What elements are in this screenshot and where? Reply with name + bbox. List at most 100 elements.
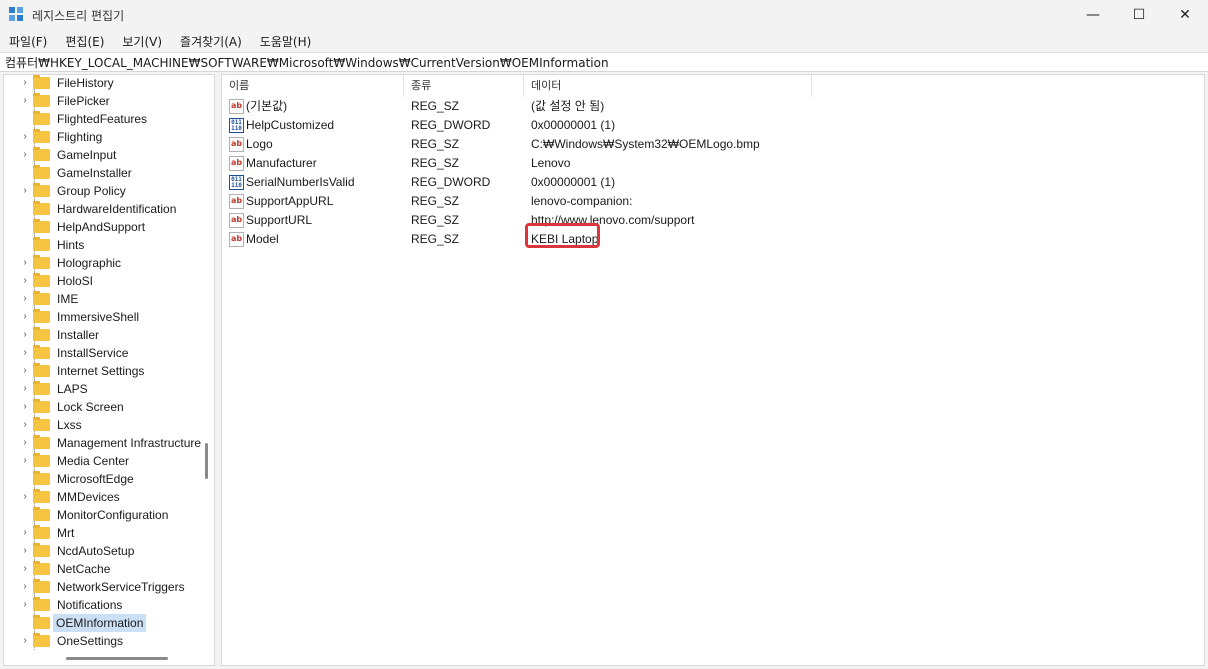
column-header-type[interactable]: 종류 [404,75,524,97]
folder-icon [33,183,50,197]
tree-item[interactable]: › Holographic [4,254,204,272]
folder-icon [33,93,50,107]
value-row[interactable]: ab Logo REG_SZ C:₩Windows₩System32₩OEMLogo.… [222,135,1202,154]
expand-chevron-icon[interactable]: › [20,78,30,88]
expand-chevron-icon[interactable]: › [20,402,30,412]
folder-icon [33,381,50,395]
tree-item-label: ImmersiveShell [57,310,140,324]
value-row[interactable]: ab SupportURL REG_SZ http://www.lenovo.com/… [222,211,1202,230]
tree-item[interactable]: HardwareIdentification [4,200,204,218]
expand-chevron-icon[interactable]: › [20,312,30,322]
value-row[interactable]: 011 110 SerialNumberIsValid REG_DWORD 0x000… [222,173,1202,192]
tree-item[interactable]: › HoloSI [4,272,204,290]
tree-item-label: LAPS [57,382,88,396]
window-title: 레지스트리 편집기 [32,8,125,23]
expand-chevron-icon[interactable]: › [20,330,30,340]
expand-chevron-icon[interactable]: › [20,582,30,592]
tree-item[interactable]: GameInstaller [4,164,204,182]
expand-chevron-icon[interactable]: › [20,132,30,142]
tree-item[interactable]: › MMDevices [4,488,204,506]
tree-item[interactable]: › Lock Screen [4,398,204,416]
folder-icon [33,165,50,179]
value-data: (값 설정 안 됨) [531,99,605,113]
tree-item[interactable]: Hints [4,236,204,254]
value-row[interactable]: ab Manufacturer REG_SZ Lenovo [222,154,1202,173]
maximize-button[interactable]: ☐ [1116,0,1162,30]
expand-chevron-icon[interactable]: › [20,438,30,448]
menu-file[interactable]: 파일(F) [0,33,56,50]
expand-chevron-icon[interactable]: › [20,96,30,106]
close-button[interactable]: ✕ [1162,0,1208,30]
expand-chevron-icon[interactable]: › [20,258,30,268]
tree-item[interactable]: FlightedFeatures [4,110,204,128]
tree-item-label: HoloSI [57,274,94,288]
menu-edit[interactable]: 편집(E) [56,33,113,50]
value-name: SerialNumberIsValid [246,175,355,189]
tree-item[interactable]: › Lxss [4,416,204,434]
tree-item[interactable]: › Installer [4,326,204,344]
expand-chevron-icon[interactable]: › [20,492,30,502]
value-row[interactable]: ab SupportAppURL REG_SZ lenovo-companion: [222,192,1202,211]
value-row[interactable]: ab (기본값) REG_SZ (값 설정 안 됨) [222,97,1202,116]
column-header-data[interactable]: 데이터 [524,75,812,97]
folder-icon [33,291,50,305]
expand-chevron-icon[interactable]: › [20,150,30,160]
minimize-button[interactable]: — [1070,0,1116,30]
address-bar[interactable]: 컴퓨터₩HKEY_LOCAL_MACHINE₩SOFTWARE₩Microsof… [0,52,1208,72]
tree-item[interactable]: › Group Policy [4,182,204,200]
tree-item-label: Mrt [57,526,75,540]
tree-item[interactable]: OEMInformation [4,614,204,632]
tree-vertical-scrollbar[interactable] [205,443,208,479]
value-row[interactable]: ab Model REG_SZ KEBI Laptop [222,230,1202,249]
tree-item-label: GameInstaller [57,166,132,180]
tree-item[interactable]: › Flighting [4,128,204,146]
tree-item[interactable]: › Internet Settings [4,362,204,380]
value-data: lenovo-companion: [531,194,633,208]
expand-chevron-icon[interactable]: › [20,348,30,358]
tree-item[interactable]: › ImmersiveShell [4,308,204,326]
tree-item[interactable]: › LAPS [4,380,204,398]
expand-chevron-icon[interactable]: › [20,456,30,466]
tree-item[interactable]: › InstallService [4,344,204,362]
tree-item[interactable]: › NetCache [4,560,204,578]
expand-chevron-icon[interactable]: › [20,528,30,538]
value-row[interactable]: 011 110 HelpCustomized REG_DWORD 0x00000001… [222,116,1202,135]
menu-favorites[interactable]: 즐겨찾기(A) [171,33,251,50]
expand-chevron-icon[interactable]: › [20,636,30,646]
expand-chevron-icon[interactable]: › [20,366,30,376]
folder-icon [33,129,50,143]
tree-item[interactable]: › FilePicker [4,92,204,110]
tree-item[interactable]: › IME [4,290,204,308]
tree-item[interactable]: › FileHistory [4,75,204,92]
tree-item[interactable]: › Media Center [4,452,204,470]
tree-item[interactable]: HelpAndSupport [4,218,204,236]
tree-horizontal-scrollbar[interactable] [66,657,168,660]
menu-view[interactable]: 보기(V) [113,33,171,50]
column-header-name[interactable]: 이름 [222,75,404,97]
tree-item[interactable]: › Management Infrastructure [4,434,204,452]
tree-item[interactable]: › NcdAutoSetup [4,542,204,560]
tree-item[interactable]: › NetworkServiceTriggers [4,578,204,596]
tree-item[interactable]: › Notifications [4,596,204,614]
tree-item[interactable]: › Mrt [4,524,204,542]
folder-icon [33,237,50,251]
expand-chevron-icon[interactable]: › [20,294,30,304]
regedit-app-icon [9,7,25,23]
expand-chevron-icon[interactable]: › [20,546,30,556]
menu-help[interactable]: 도움말(H) [251,33,321,50]
expand-chevron-icon[interactable]: › [20,384,30,394]
tree-item[interactable]: MicrosoftEdge [4,470,204,488]
tree-item[interactable]: › OneSettings [4,632,204,650]
expand-chevron-icon[interactable]: › [20,600,30,610]
expand-chevron-icon[interactable]: › [20,276,30,286]
expand-chevron-icon[interactable]: › [20,420,30,430]
registry-tree-pane[interactable]: › OneSettings OEMInformation › Notifications… [3,74,215,666]
tree-item[interactable]: › GameInput [4,146,204,164]
value-type: REG_SZ [411,194,460,208]
expand-chevron-icon[interactable]: › [20,186,30,196]
registry-values-pane[interactable]: 이름 종류 데이터 ab (기본값) REG_SZ (값 설정 안 됨) 011 110… [221,74,1205,666]
tree-item-label: Media Center [57,454,130,468]
folder-icon [33,111,50,125]
tree-item[interactable]: MonitorConfiguration [4,506,204,524]
expand-chevron-icon[interactable]: › [20,564,30,574]
